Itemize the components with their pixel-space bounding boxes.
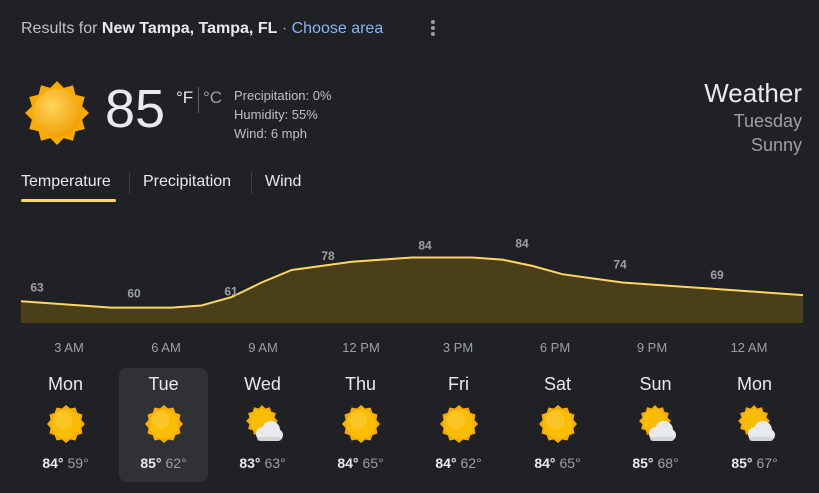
separator-dot: · xyxy=(281,20,288,37)
unit-celsius-button[interactable]: °C xyxy=(203,88,222,108)
day-name: Tue xyxy=(148,374,179,394)
tab-divider xyxy=(251,172,252,194)
low-temp: 62° xyxy=(165,455,187,471)
weather-details: Precipitation: 0% Humidity: 55% Wind: 6 … xyxy=(234,86,332,143)
humidity-text: Humidity: 55% xyxy=(234,107,318,122)
time-label: 9 AM xyxy=(248,340,278,355)
precipitation-text: Precipitation: 0% xyxy=(234,88,332,103)
day-temps: 85° 67° xyxy=(710,455,799,471)
low-temp: 62° xyxy=(460,455,482,471)
results-header: Results for New Tampa, Tampa, FL · Choos… xyxy=(21,20,383,38)
chart-point-label: 84 xyxy=(515,237,529,251)
forecast-day-mon[interactable]: Mon 84° 59° xyxy=(21,368,110,482)
tab-divider xyxy=(129,172,130,194)
high-temp: 85° xyxy=(140,455,162,471)
time-label: 12 PM xyxy=(342,340,380,355)
results-prefix: Results for xyxy=(21,20,98,37)
chart-point-label: 61 xyxy=(224,284,238,298)
partly-cloudy-icon xyxy=(735,404,775,444)
choose-area-link[interactable]: Choose area xyxy=(292,20,384,37)
chart-point-label: 74 xyxy=(613,257,627,271)
low-temp: 65° xyxy=(559,455,581,471)
chart-point-label: 63 xyxy=(30,280,44,294)
high-temp: 85° xyxy=(632,455,654,471)
chart-point-label: 69 xyxy=(710,268,724,282)
more-vert-icon[interactable] xyxy=(426,18,440,40)
forecast-day-fri[interactable]: Fri 84° 62° xyxy=(414,368,503,482)
day-name: Thu xyxy=(344,374,377,394)
partly-cloudy-icon xyxy=(243,404,283,444)
tab-wind[interactable]: Wind xyxy=(265,173,301,191)
current-temperature: 85 xyxy=(105,79,166,139)
day-temps: 85° 68° xyxy=(611,455,700,471)
day-name: Fri xyxy=(448,374,469,394)
high-temp: 84° xyxy=(42,455,64,471)
tab-precipitation[interactable]: Precipitation xyxy=(143,173,231,191)
temperature-chart: 63 60 61 78 84 84 74 69 xyxy=(20,237,804,323)
location-name: New Tampa, Tampa, FL xyxy=(101,20,278,37)
weather-day: Tuesday xyxy=(733,111,802,131)
day-name: Mon xyxy=(736,374,772,394)
forecast-day-sat[interactable]: Sat 84° 65° xyxy=(513,368,602,482)
day-name: Sun xyxy=(639,374,672,394)
unit-divider xyxy=(198,87,199,113)
forecast-day-wed[interactable]: Wed 83° 63° xyxy=(218,368,307,482)
day-temps: 84° 62° xyxy=(414,455,503,471)
day-temps: 84° 59° xyxy=(21,455,110,471)
high-temp: 84° xyxy=(534,455,556,471)
high-temp: 84° xyxy=(435,455,457,471)
chart-point-label: 60 xyxy=(127,287,141,301)
day-temps: 85° 62° xyxy=(119,455,208,471)
high-temp: 85° xyxy=(731,455,753,471)
sunny-icon xyxy=(538,404,578,444)
forecast-day-tue[interactable]: Tue 85° 62° xyxy=(119,368,208,482)
day-name: Sat xyxy=(543,374,572,394)
weather-title: Weather xyxy=(704,78,802,108)
forecast-day-thu[interactable]: Thu 84° 65° xyxy=(316,368,405,482)
weather-condition: Sunny xyxy=(750,135,802,155)
low-temp: 65° xyxy=(362,455,384,471)
tab-temperature[interactable]: Temperature xyxy=(21,173,111,191)
unit-fahrenheit-button[interactable]: °F xyxy=(176,88,193,108)
partly-cloudy-icon xyxy=(636,404,676,444)
day-name: Mon xyxy=(47,374,83,394)
chart-point-label: 84 xyxy=(418,239,432,253)
sunny-icon xyxy=(25,81,89,145)
high-temp: 84° xyxy=(337,455,359,471)
day-temps: 83° 63° xyxy=(218,455,307,471)
wind-text: Wind: 6 mph xyxy=(234,126,307,141)
time-label: 9 PM xyxy=(636,340,668,355)
time-label: 3 PM xyxy=(442,340,474,355)
low-temp: 63° xyxy=(264,455,286,471)
chart-point-label: 78 xyxy=(321,249,335,263)
forecast-day-sun[interactable]: Sun 85° 68° xyxy=(611,368,700,482)
day-name: Wed xyxy=(244,374,281,394)
day-temps: 84° 65° xyxy=(316,455,405,471)
sunny-icon xyxy=(144,404,184,444)
time-label: 6 AM xyxy=(151,340,181,355)
sunny-icon xyxy=(439,404,479,444)
day-temps: 84° 65° xyxy=(513,455,602,471)
forecast-day-mon[interactable]: Mon 85° 67° xyxy=(710,368,799,482)
sunny-icon xyxy=(341,404,381,444)
time-label: 12 AM xyxy=(730,340,768,355)
tab-selected-indicator xyxy=(21,199,116,202)
time-label: 6 PM xyxy=(539,340,571,355)
low-temp: 59° xyxy=(67,455,89,471)
low-temp: 68° xyxy=(657,455,679,471)
high-temp: 83° xyxy=(239,455,261,471)
time-label: 3 AM xyxy=(54,340,84,355)
sunny-icon xyxy=(46,404,86,444)
low-temp: 67° xyxy=(756,455,778,471)
